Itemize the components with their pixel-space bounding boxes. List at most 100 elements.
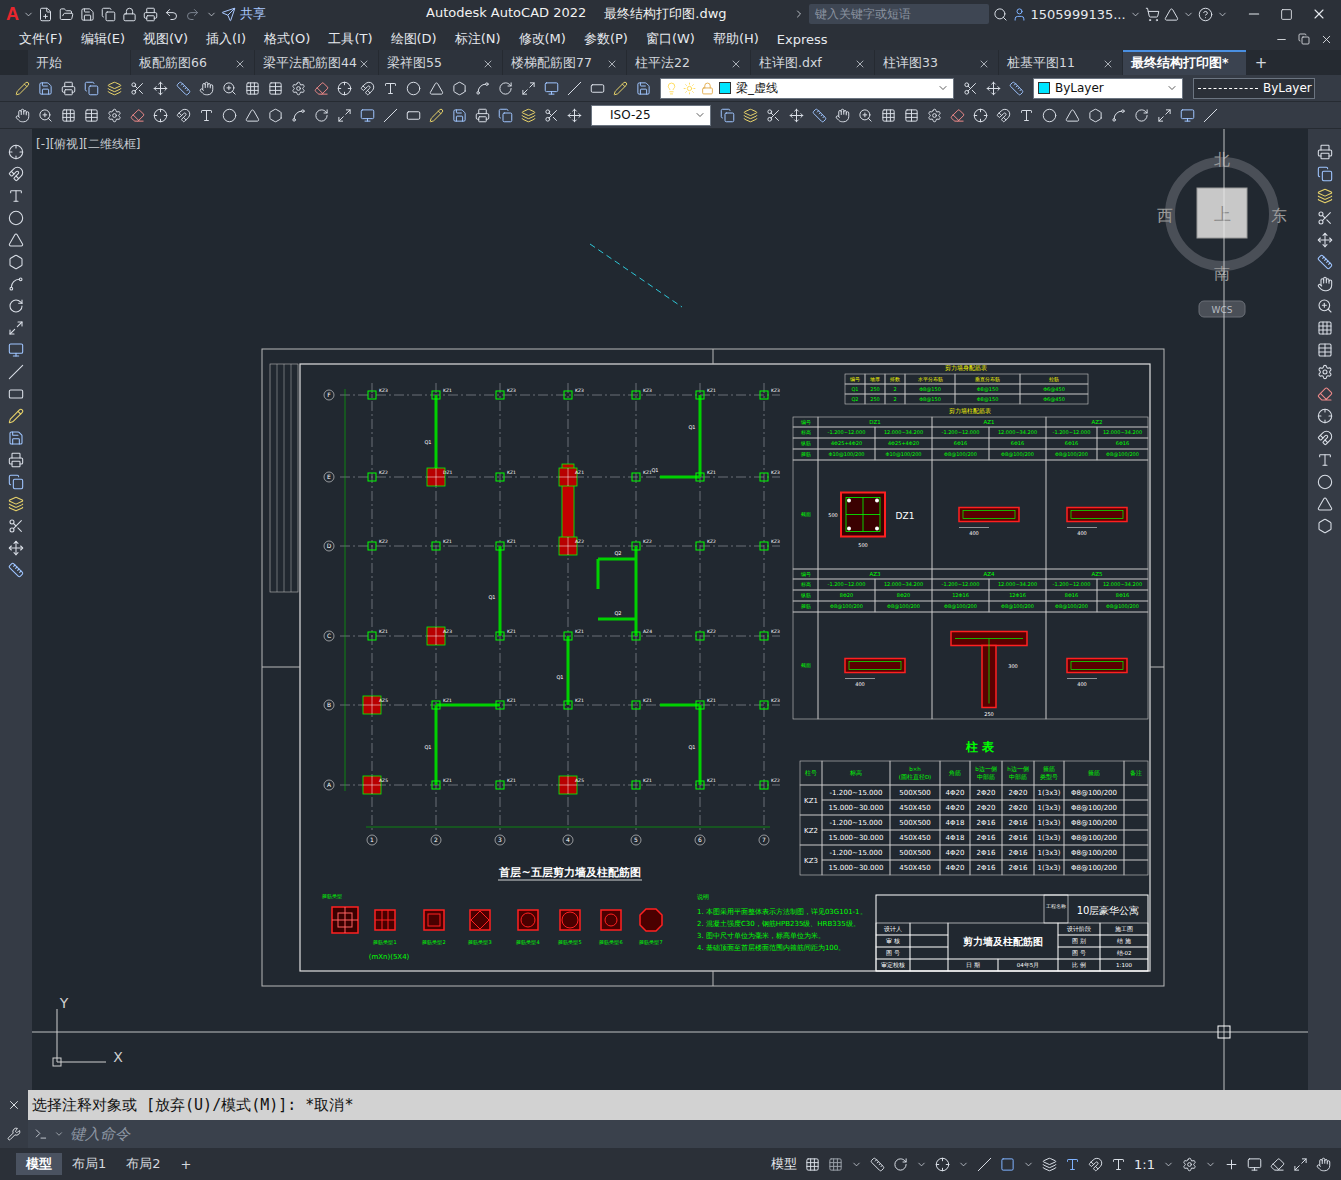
tool-button[interactable]	[1314, 185, 1335, 206]
viewport-icon[interactable]	[1180, 108, 1195, 123]
file-tab[interactable]: 柱详图33	[875, 50, 998, 75]
text-icon[interactable]	[199, 108, 214, 123]
tool-button[interactable]	[6, 405, 27, 426]
annotation-monitor-icon[interactable]	[1224, 1157, 1239, 1172]
snap-icon[interactable]	[153, 108, 168, 123]
model-space[interactable]: FEDCBA1234567KZ3KZ1KZ3KZ3KZ3KZ1KZ3KZ2DZ1…	[32, 129, 1308, 1090]
layers-icon[interactable]	[743, 108, 758, 123]
quick-properties-icon[interactable]	[1270, 1157, 1285, 1172]
tool-button[interactable]	[150, 77, 171, 99]
isometric-icon[interactable]	[977, 1157, 992, 1172]
magnet-icon[interactable]	[176, 108, 191, 123]
scale-icon[interactable]	[521, 81, 536, 96]
tool-button[interactable]	[242, 104, 263, 126]
line-icon[interactable]	[1203, 108, 1218, 123]
tool-button[interactable]	[196, 77, 217, 99]
polar-dropdown-icon[interactable]	[916, 1159, 927, 1170]
triangle-icon[interactable]	[429, 81, 444, 96]
object-snap-icon[interactable]	[1000, 1157, 1015, 1172]
dimension-icon[interactable]	[176, 81, 191, 96]
tool-button[interactable]	[786, 104, 807, 126]
rotate-icon[interactable]	[8, 298, 24, 314]
save-icon[interactable]	[80, 7, 95, 22]
menu-item[interactable]: 视图(V)	[134, 30, 197, 48]
snap-icon[interactable]	[828, 1157, 843, 1172]
tool-button[interactable]	[1131, 104, 1152, 126]
polygon-icon[interactable]	[8, 254, 24, 270]
dropdown-icon[interactable]	[694, 109, 706, 121]
file-tab[interactable]: 板配筋图66	[131, 50, 254, 75]
tool-button[interactable]	[1177, 104, 1198, 126]
trim-icon[interactable]	[1317, 210, 1333, 226]
line-icon[interactable]	[567, 81, 582, 96]
tool-button[interactable]	[242, 77, 263, 99]
menu-item[interactable]: 插入(I)	[197, 30, 255, 48]
spline-icon[interactable]	[8, 276, 24, 292]
scale-dropdown-icon[interactable]	[1163, 1159, 1174, 1170]
copy-icon[interactable]	[84, 81, 99, 96]
user-name[interactable]: 1505999135...	[1031, 7, 1126, 22]
app-logo[interactable]: A	[6, 4, 19, 25]
table-icon[interactable]	[904, 108, 919, 123]
tool-button[interactable]	[1108, 104, 1129, 126]
tool-button[interactable]	[196, 104, 217, 126]
tool-button[interactable]	[426, 77, 447, 99]
search-icon[interactable]	[993, 7, 1008, 22]
tool-button[interactable]	[633, 77, 654, 99]
file-tab[interactable]: 桩基平图11	[999, 50, 1122, 75]
tab-close-icon[interactable]	[978, 58, 990, 70]
tool-button[interactable]	[6, 449, 27, 470]
move-icon[interactable]	[153, 81, 168, 96]
doc-close-icon[interactable]	[1320, 33, 1333, 46]
spline-icon[interactable]	[475, 81, 490, 96]
tool-button[interactable]	[1314, 405, 1335, 426]
tool-button[interactable]	[1314, 383, 1335, 404]
grid-icon[interactable]	[61, 108, 76, 123]
tab-close-icon[interactable]	[730, 58, 742, 70]
polygon-icon[interactable]	[1317, 518, 1333, 534]
help-icon[interactable]	[1198, 7, 1213, 22]
tool-button[interactable]	[173, 77, 194, 99]
draw-icon[interactable]	[8, 408, 24, 424]
tool-button[interactable]	[541, 104, 562, 126]
new-tab-button[interactable]: +	[1247, 50, 1275, 75]
web-icon[interactable]	[122, 7, 137, 22]
tool-button[interactable]	[58, 77, 79, 99]
tool-button[interactable]	[104, 77, 125, 99]
layers-icon[interactable]	[107, 81, 122, 96]
pan-icon[interactable]	[15, 108, 30, 123]
save-icon[interactable]	[452, 108, 467, 123]
copy-icon[interactable]	[8, 474, 24, 490]
workspace-dropdown-icon[interactable]	[1205, 1159, 1216, 1170]
color-dropdown[interactable]: ByLayer	[1033, 78, 1183, 99]
doc-restore-icon[interactable]	[1298, 33, 1310, 45]
draw-icon[interactable]	[429, 108, 444, 123]
menu-item[interactable]: 参数(P)	[575, 30, 637, 48]
cart-icon[interactable]	[1145, 7, 1160, 22]
file-tab[interactable]: 楼梯配筋图77	[503, 50, 626, 75]
tool-button[interactable]	[150, 104, 171, 126]
circle-icon[interactable]	[1317, 474, 1333, 490]
zoom-icon[interactable]	[1317, 298, 1333, 314]
tool-button[interactable]	[334, 104, 355, 126]
tool-button[interactable]	[173, 104, 194, 126]
customize-command-icon[interactable]	[7, 1127, 21, 1141]
tool-button[interactable]	[1314, 493, 1335, 514]
menu-item[interactable]: 文件(F)	[10, 30, 72, 48]
settings-icon[interactable]	[927, 108, 942, 123]
rectangle-icon[interactable]	[8, 386, 24, 402]
tool-button[interactable]	[6, 515, 27, 536]
tool-button[interactable]	[1314, 273, 1335, 294]
tool-button[interactable]	[878, 104, 899, 126]
undo-icon[interactable]	[164, 7, 179, 22]
file-tab[interactable]: 最终结构打印图*	[1123, 50, 1246, 75]
help-dropdown-icon[interactable]	[1217, 9, 1228, 20]
tool-button[interactable]	[449, 104, 470, 126]
tool-button[interactable]	[518, 104, 539, 126]
tool-button[interactable]	[763, 104, 784, 126]
annotation-visibility-icon[interactable]	[1065, 1157, 1080, 1172]
tool-button[interactable]	[1062, 104, 1083, 126]
ortho-icon[interactable]	[870, 1157, 885, 1172]
tool-button[interactable]	[6, 361, 27, 382]
tool-button[interactable]	[288, 104, 309, 126]
